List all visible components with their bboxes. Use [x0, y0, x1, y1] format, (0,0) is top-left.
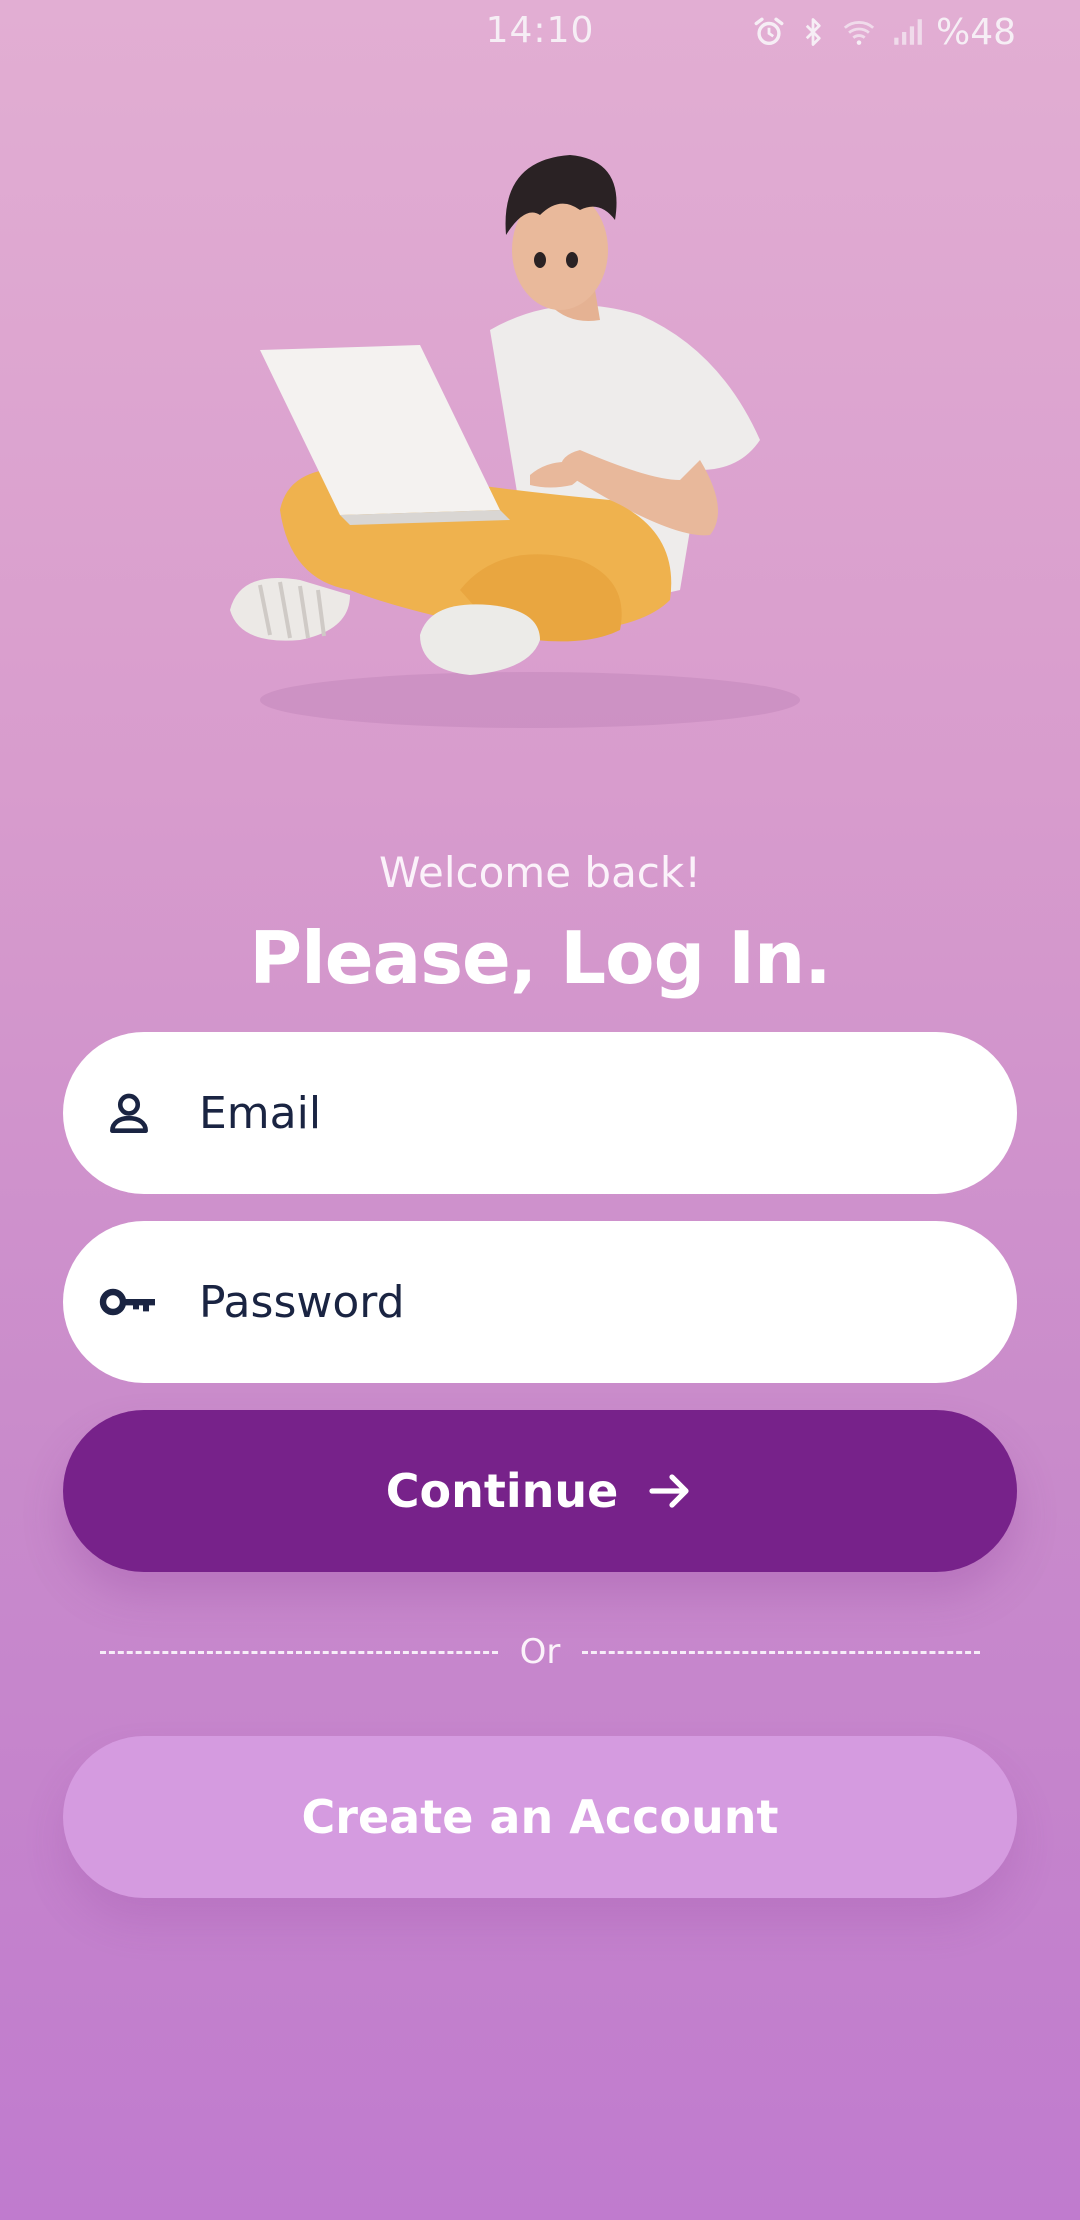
email-field-container[interactable] — [63, 1032, 1017, 1194]
or-divider: Or — [100, 1632, 980, 1672]
alarm-icon — [752, 15, 786, 49]
create-account-button[interactable]: Create an Account — [63, 1736, 1017, 1898]
person-icon — [97, 1081, 161, 1145]
status-bar: 14:10 %48 — [0, 0, 1080, 64]
status-icons: %48 — [752, 10, 1016, 54]
wifi-icon — [840, 15, 878, 49]
page-title: Please, Log In. — [249, 916, 831, 1000]
welcome-text: Welcome back! — [378, 848, 702, 897]
continue-label: Continue — [385, 1464, 619, 1518]
password-field[interactable] — [199, 1221, 977, 1383]
person-with-laptop-illustration — [200, 140, 900, 780]
continue-button[interactable]: Continue — [63, 1410, 1017, 1572]
divider-line-right — [582, 1650, 980, 1654]
password-field-container[interactable] — [63, 1221, 1017, 1383]
create-account-label: Create an Account — [301, 1790, 779, 1844]
arrow-right-icon — [646, 1467, 694, 1515]
or-label: Or — [519, 1632, 561, 1672]
bluetooth-icon — [798, 15, 828, 49]
key-icon — [97, 1270, 161, 1334]
divider-line-left — [100, 1650, 498, 1654]
signal-icon — [890, 15, 924, 49]
battery-level: %48 — [935, 11, 1016, 53]
email-field[interactable] — [199, 1032, 977, 1194]
